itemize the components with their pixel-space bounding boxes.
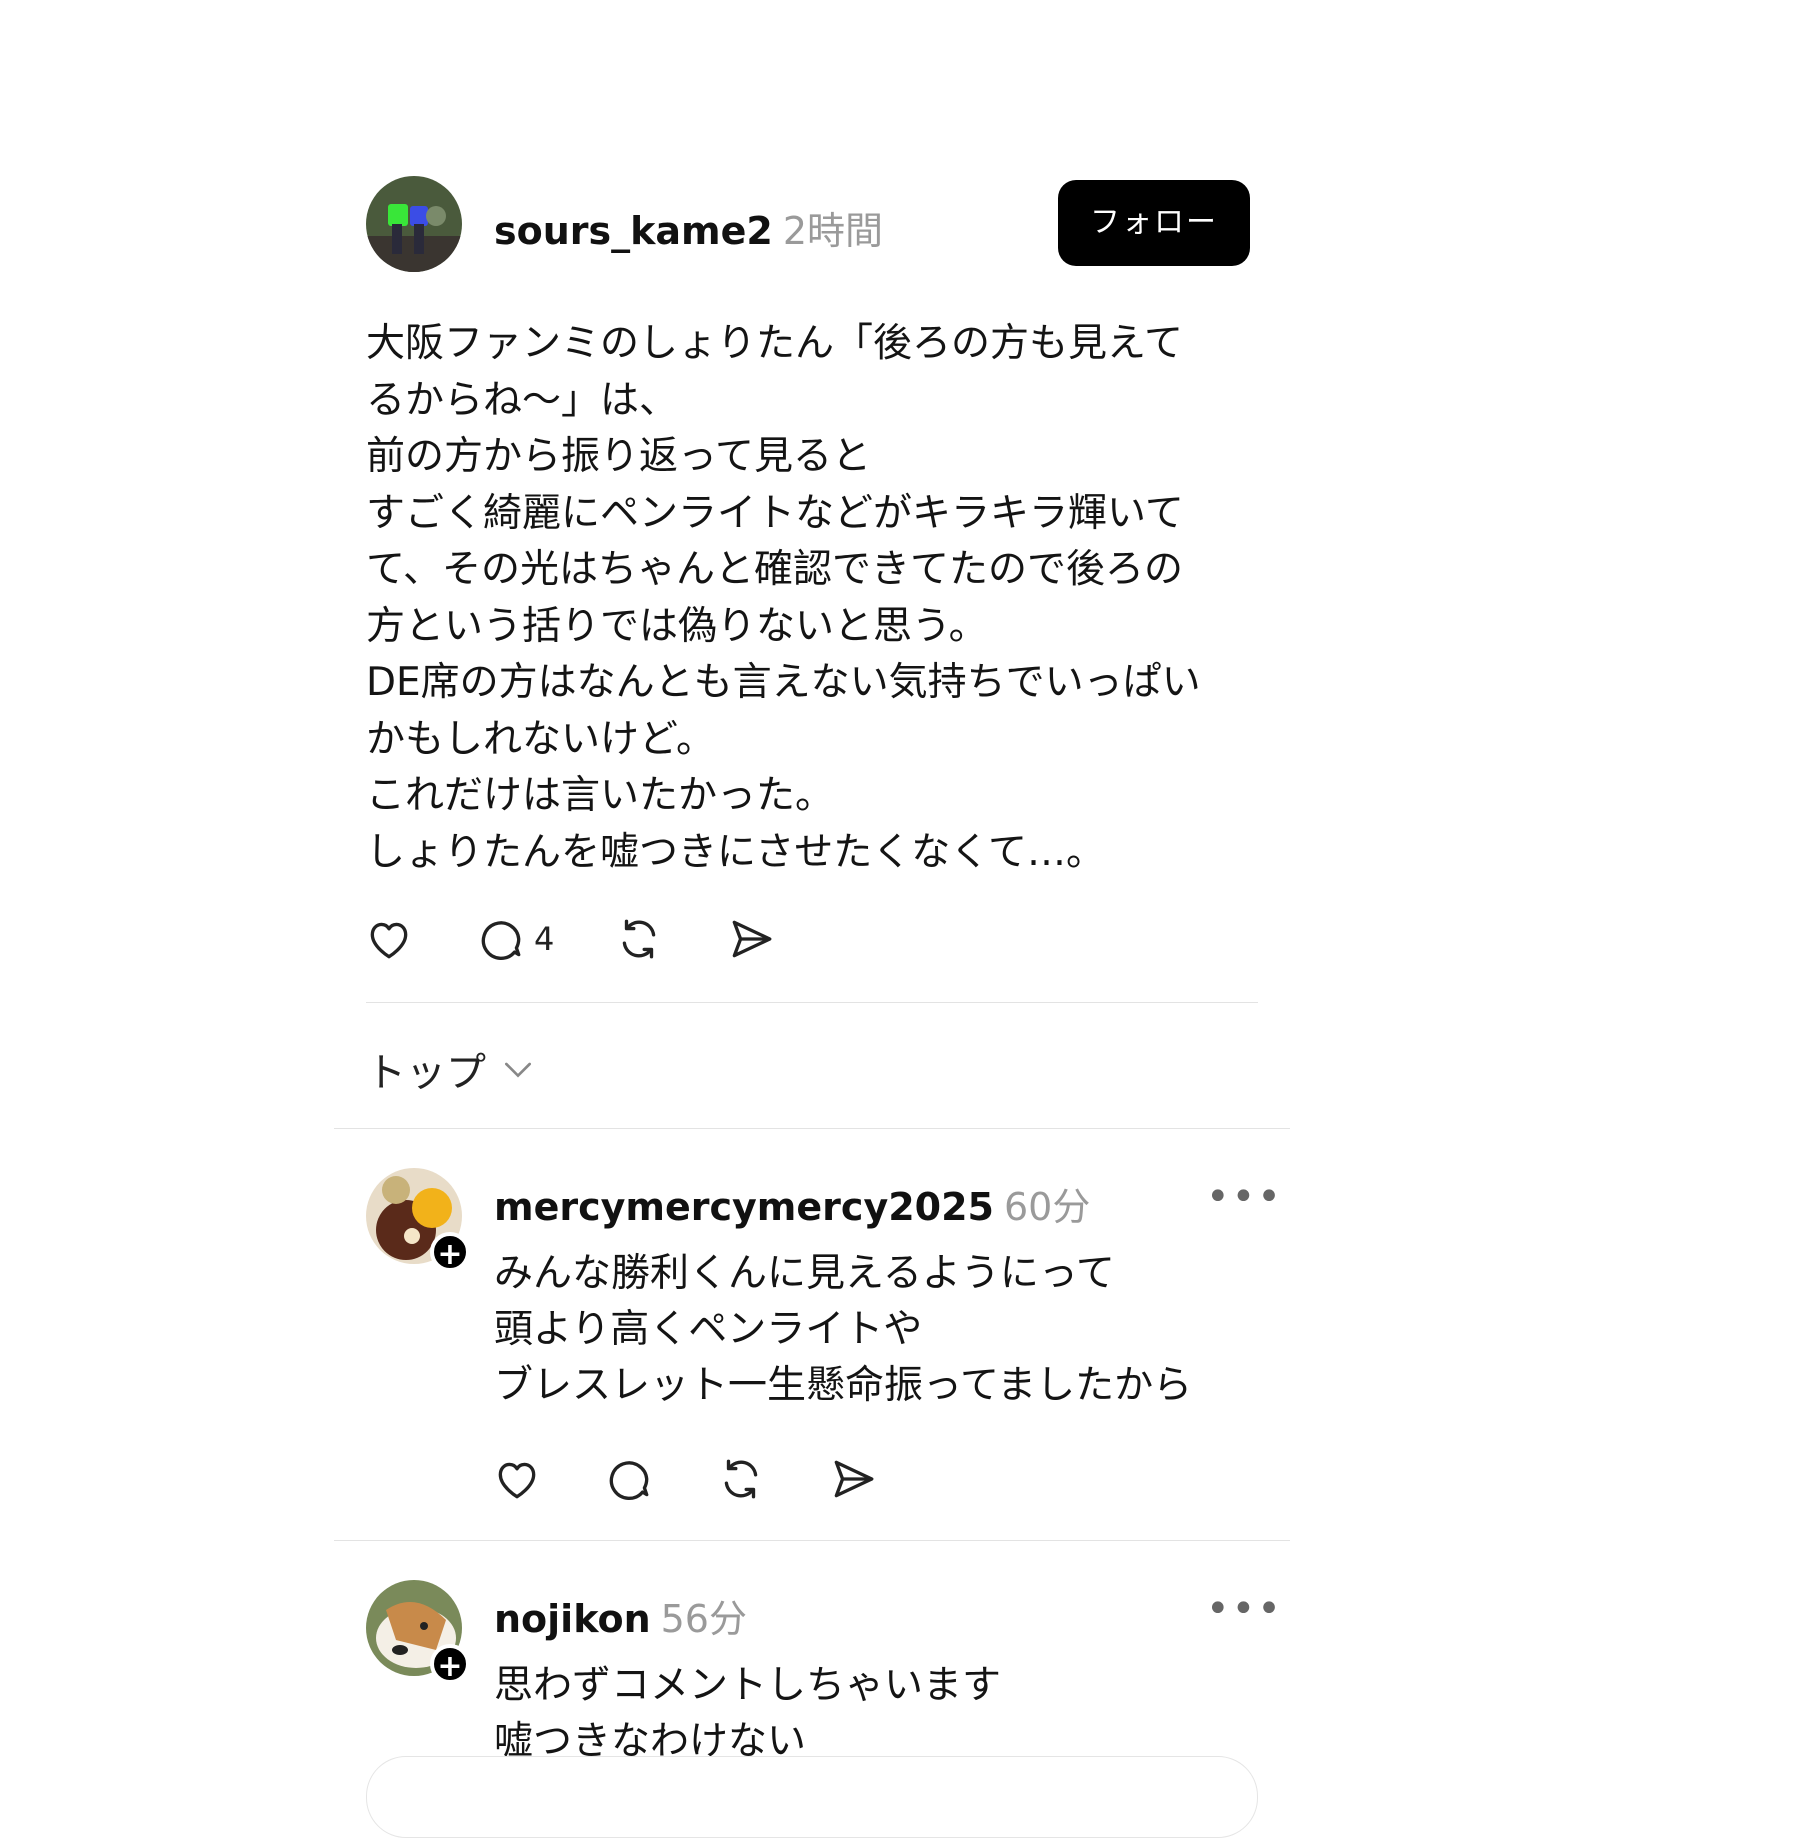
reply-avatar[interactable]: +	[366, 1580, 470, 1684]
comment-button[interactable]: 4	[476, 914, 554, 964]
repost-icon	[724, 1459, 758, 1499]
share-button[interactable]	[828, 1454, 878, 1504]
reply-body-line: 思わずコメントしちゃいます	[494, 1663, 1002, 1708]
reply-header: mercymercymercy2025 60分	[494, 1176, 1090, 1231]
plus-icon[interactable]: +	[430, 1644, 470, 1684]
post-body-line: これだけは言いたかった。	[366, 773, 835, 818]
comment-icon	[481, 921, 521, 960]
comment-icon	[609, 1461, 649, 1500]
post-body-line: て、その光はちゃんと確認できてたので後ろの	[366, 547, 1184, 592]
repost-icon	[623, 919, 656, 959]
reply-body: 思わずコメントしちゃいます 嘘つきなわけない	[494, 1658, 1001, 1770]
post-time: 2時間	[782, 209, 884, 253]
reply-time: 60分	[1003, 1185, 1091, 1229]
reply-body-line: ブレスレット一生懸命振ってましたから	[494, 1363, 1193, 1408]
post-body-line: すごく綺麗にペンライトなどがキラキラ輝いて	[366, 490, 1184, 536]
post-author-avatar[interactable]	[366, 176, 462, 272]
post-body-line: 方という括りでは偽りないと思う。	[366, 603, 988, 649]
post-body-line: 前の方から振り返って見ると	[366, 434, 872, 479]
heart-icon	[370, 922, 408, 959]
reply-username[interactable]: nojikon	[494, 1597, 651, 1641]
post-body-line: DE席の方はなんとも言えない気持ちでいっぱい	[366, 660, 1201, 705]
repost-button[interactable]	[614, 914, 664, 964]
post-actions: 4	[364, 914, 776, 964]
reply-actions	[492, 1454, 878, 1504]
sort-selector[interactable]: トップ	[366, 1040, 538, 1098]
more-icon[interactable]: •••	[1206, 1174, 1283, 1220]
reply-username[interactable]: mercymercymercy2025	[494, 1185, 994, 1229]
post-body: 大阪ファンミのしょりたん「後ろの方も見えて るからね〜」は、 前の方から振り返っ…	[366, 316, 1246, 881]
sort-label: トップ	[366, 1050, 486, 1096]
more-icon[interactable]: •••	[1206, 1586, 1283, 1632]
post-body-line: るからね〜」は、	[366, 377, 679, 423]
reply-time: 56分	[660, 1597, 747, 1641]
reply-avatar[interactable]: +	[366, 1168, 470, 1272]
reply-composer-bar[interactable]	[366, 1756, 1258, 1838]
post-divider	[366, 1002, 1258, 1003]
comment-count: 4	[534, 920, 555, 958]
like-button[interactable]	[364, 914, 414, 964]
reply-header: nojikon 56分	[494, 1588, 747, 1643]
share-icon	[733, 920, 772, 958]
like-button[interactable]	[492, 1454, 542, 1504]
share-icon	[834, 1460, 874, 1498]
post-body-line: 大阪ファンミのしょりたん「後ろの方も見えて	[366, 321, 1184, 366]
reply-body-line: みんな勝利くんに見えるようにって	[494, 1251, 1115, 1296]
chevron-down-icon	[505, 1062, 531, 1078]
post-body-line: しょりたんを嘘つきにさせたくなくて…。	[366, 829, 1106, 875]
sort-divider	[334, 1128, 1290, 1129]
reply-divider	[334, 1540, 1290, 1541]
comment-button[interactable]	[604, 1454, 654, 1504]
post-header: sours_kame2 2時間	[494, 200, 883, 255]
follow-button[interactable]: フォロー	[1058, 180, 1250, 266]
post-body-line: かもしれないけど。	[366, 716, 716, 762]
share-button[interactable]	[726, 914, 776, 964]
plus-icon[interactable]: +	[430, 1232, 470, 1272]
post-username[interactable]: sours_kame2	[494, 209, 773, 253]
repost-button[interactable]	[716, 1454, 766, 1504]
heart-icon	[498, 1462, 536, 1499]
reply-body: みんな勝利くんに見えるようにって 頭より高くペンライトや ブレスレット一生懸命振…	[494, 1246, 1192, 1414]
reply-body-line: 頭より高くペンライトや	[494, 1307, 923, 1352]
